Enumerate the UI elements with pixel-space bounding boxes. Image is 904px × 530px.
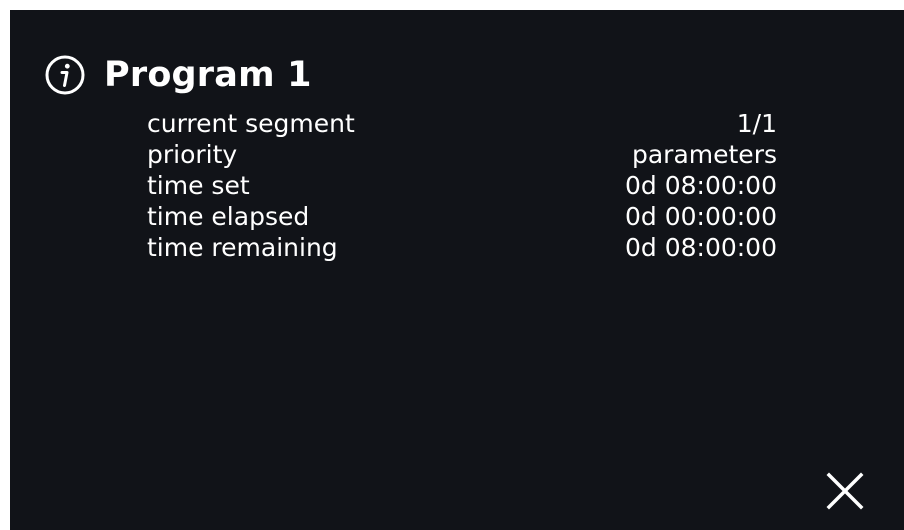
current-segment-value: 1/1: [736, 109, 777, 138]
priority-value: parameters: [631, 140, 777, 169]
detail-row-time-set: time set 0d 08:00:00: [147, 170, 777, 201]
time-remaining-value: 0d 08:00:00: [624, 233, 777, 262]
time-elapsed-value: 0d 00:00:00: [624, 202, 777, 231]
detail-row-priority: priority parameters: [147, 139, 777, 170]
detail-row-time-remaining: time remaining 0d 08:00:00: [147, 232, 777, 263]
detail-row-current-segment: current segment 1/1: [147, 108, 777, 139]
close-icon: [826, 472, 864, 510]
time-set-label: time set: [147, 171, 250, 200]
priority-label: priority: [147, 140, 238, 169]
time-set-value: 0d 08:00:00: [624, 171, 777, 200]
program-title: Program 1: [104, 54, 312, 95]
info-icon: [45, 55, 85, 95]
program-header: Program 1: [44, 54, 312, 96]
program-details: current segment 1/1 priority parameters …: [147, 108, 777, 263]
time-remaining-label: time remaining: [147, 233, 338, 262]
program-info-screen: Program 1 current segment 1/1 priority p…: [10, 10, 904, 530]
detail-row-time-elapsed: time elapsed 0d 00:00:00: [147, 201, 777, 232]
close-button[interactable]: [823, 469, 867, 513]
time-elapsed-label: time elapsed: [147, 202, 310, 231]
current-segment-label: current segment: [147, 109, 355, 138]
